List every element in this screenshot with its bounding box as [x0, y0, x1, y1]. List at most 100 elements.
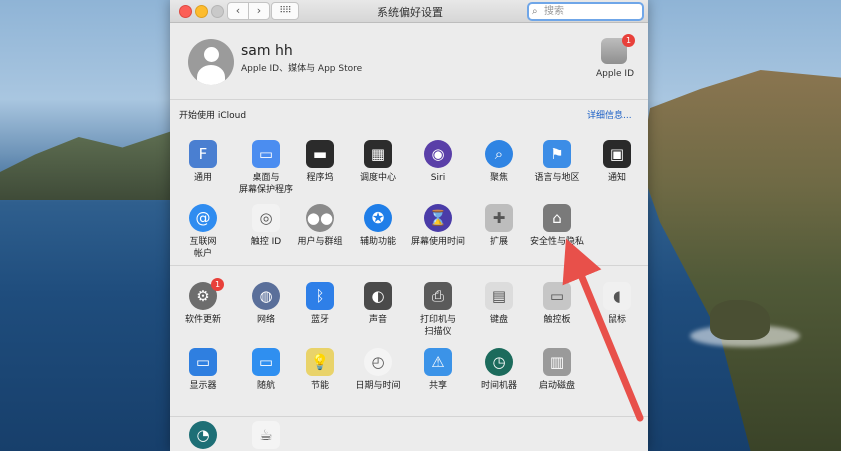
pref-siri[interactable]: ◉ Siri [406, 140, 470, 184]
pref-spotlight[interactable]: ⌕ 聚焦 [467, 140, 531, 184]
pref-label: 程序坞 [306, 173, 334, 183]
pref-mission-control[interactable]: ▦ 调度中心 [346, 140, 410, 184]
back-button[interactable]: ‹ [227, 2, 249, 20]
preferences-section-2: ⚙ 1 软件更新 ◍ 网络 ᛒ 蓝牙 ◐ 声音 ⎙ 打印机与 扫描仪 ▤ 键盘 ▭ 触控板 ◖ 鼠标 ▭ 显示器 ▭ 随… [170, 265, 648, 416]
mouse-icon: ◖ [603, 282, 631, 310]
sound-icon: ◐ [364, 282, 392, 310]
preferences-section-3: ◔ ☕ [170, 416, 648, 451]
screen-time-icon: ⌛ [424, 204, 452, 232]
user-subtitle: Apple ID、媒体与 App Store [241, 64, 363, 74]
security-privacy-icon: ⌂ [543, 204, 571, 232]
pref-flip4mac[interactable]: ◔ [171, 421, 235, 451]
sidecar-icon: ▭ [252, 348, 280, 376]
pref-label: 日期与时间 [355, 381, 401, 391]
icloud-text: 开始使用 iCloud [179, 111, 247, 121]
internet-accounts-icon: @ [189, 204, 217, 232]
pref-bluetooth[interactable]: ᛒ 蓝牙 [288, 282, 352, 326]
pref-trackpad[interactable]: ▭ 触控板 [525, 282, 589, 326]
user-name: sam hh [241, 43, 293, 59]
pref-dock[interactable]: ▬ 程序坞 [288, 140, 352, 184]
displays-icon: ▭ [189, 348, 217, 376]
pref-keyboard[interactable]: ▤ 键盘 [467, 282, 531, 326]
zoom-button[interactable] [211, 5, 224, 18]
pref-label: 软件更新 [184, 315, 221, 325]
time-machine-icon: ◷ [485, 348, 513, 376]
users-groups-icon: ●● [306, 204, 334, 232]
desktop-screensaver-icon: ▭ [252, 140, 280, 168]
apple-id-label[interactable]: Apple ID [590, 69, 640, 79]
pref-label: 通知 [607, 173, 626, 183]
pref-internet-accounts[interactable]: @ 互联网 帐户 [171, 204, 235, 260]
java-icon: ☕ [252, 421, 280, 449]
pref-extensions[interactable]: ✚ 扩展 [467, 204, 531, 248]
close-button[interactable] [179, 5, 192, 18]
pref-java[interactable]: ☕ [234, 421, 298, 451]
printers-scanners-icon: ⎙ [424, 282, 452, 310]
account-header: sam hh Apple ID、媒体与 App Store 1 Apple ID [170, 22, 648, 94]
wallpaper-rock [710, 300, 770, 340]
pref-label: 聚焦 [489, 173, 508, 183]
pref-label: 调度中心 [359, 173, 396, 183]
show-all-grid-button[interactable]: ⠿⠿ [271, 2, 299, 20]
minimize-button[interactable] [195, 5, 208, 18]
pref-mouse[interactable]: ◖ 鼠标 [585, 282, 648, 326]
pref-date-time[interactable]: ◴ 日期与时间 [346, 348, 410, 392]
extensions-icon: ✚ [485, 204, 513, 232]
pref-label: 键盘 [489, 315, 508, 325]
pref-energy-saver[interactable]: 💡 节能 [288, 348, 352, 392]
pref-accessibility[interactable]: ✪ 辅助功能 [346, 204, 410, 248]
pref-label: 鼠标 [607, 315, 626, 325]
pref-displays[interactable]: ▭ 显示器 [171, 348, 235, 392]
flip4mac-icon: ◔ [189, 421, 217, 449]
bluetooth-icon: ᛒ [306, 282, 334, 310]
touch-id-icon: ◎ [252, 204, 280, 232]
apple-id-badge: 1 [622, 34, 635, 47]
mission-control-icon: ▦ [364, 140, 392, 168]
siri-icon: ◉ [424, 140, 452, 168]
pref-label: 通用 [193, 173, 212, 183]
icloud-details-link[interactable]: 详细信息... [587, 108, 632, 121]
pref-language-region[interactable]: ⚑ 语言与地区 [525, 140, 589, 184]
pref-label: 蓝牙 [310, 315, 329, 325]
pref-sound[interactable]: ◐ 声音 [346, 282, 410, 326]
wallpaper-hill [0, 130, 175, 200]
spotlight-icon: ⌕ [485, 140, 513, 168]
dock-icon: ▬ [306, 140, 334, 168]
search-input[interactable]: ⌕ 搜索 [527, 2, 644, 21]
pref-label: 互联网 帐户 [189, 237, 217, 259]
pref-time-machine[interactable]: ◷ 时间机器 [467, 348, 531, 392]
pref-label: 共享 [428, 381, 447, 391]
startup-disk-icon: ▥ [543, 348, 571, 376]
pref-startup-disk[interactable]: ▥ 启动磁盘 [525, 348, 589, 392]
energy-saver-icon: 💡 [306, 348, 334, 376]
pref-software-update[interactable]: ⚙ 1 软件更新 [171, 278, 235, 326]
pref-label: 用户与群组 [297, 237, 343, 247]
pref-label: 节能 [310, 381, 329, 391]
pref-printers-scanners[interactable]: ⎙ 打印机与 扫描仪 [406, 282, 470, 338]
pref-label: 打印机与 扫描仪 [419, 315, 456, 337]
preferences-section-1: F 通用 ▭ 桌面与 屏幕保护程序 ▬ 程序坞 ▦ 调度中心 ◉ Siri ⌕ 聚焦 ⚑ 语言与地区 ▣ 通知… [170, 126, 648, 264]
icloud-banner: 开始使用 iCloud 详细信息... [170, 99, 648, 127]
pref-label: 声音 [368, 315, 387, 325]
window-title: 系统偏好设置 [377, 6, 443, 19]
avatar[interactable] [188, 39, 234, 85]
forward-button[interactable]: › [248, 2, 270, 20]
pref-sharing[interactable]: ⚠ 共享 [406, 348, 470, 392]
pref-security-privacy[interactable]: ⌂ 安全性与隐私 [525, 204, 589, 248]
pref-label: 语言与地区 [534, 173, 580, 183]
pref-label: 辅助功能 [359, 237, 396, 247]
pref-label: 时间机器 [480, 381, 517, 391]
network-icon: ◍ [252, 282, 280, 310]
pref-general[interactable]: F 通用 [171, 140, 235, 184]
pref-users-groups[interactable]: ●● 用户与群组 [288, 204, 352, 248]
pref-notifications[interactable]: ▣ 通知 [585, 140, 648, 184]
trackpad-icon: ▭ [543, 282, 571, 310]
pref-label: 屏幕使用时间 [410, 237, 465, 247]
system-preferences-window: ‹ › ⠿⠿ 系统偏好设置 ⌕ 搜索 sam hh Apple ID、媒体与 A… [170, 0, 648, 451]
keyboard-icon: ▤ [485, 282, 513, 310]
pref-screen-time[interactable]: ⌛ 屏幕使用时间 [406, 204, 470, 248]
general-icon: F [189, 140, 217, 168]
notifications-icon: ▣ [603, 140, 631, 168]
update-badge: 1 [211, 278, 224, 291]
title-bar: ‹ › ⠿⠿ 系统偏好设置 ⌕ 搜索 [170, 0, 648, 23]
